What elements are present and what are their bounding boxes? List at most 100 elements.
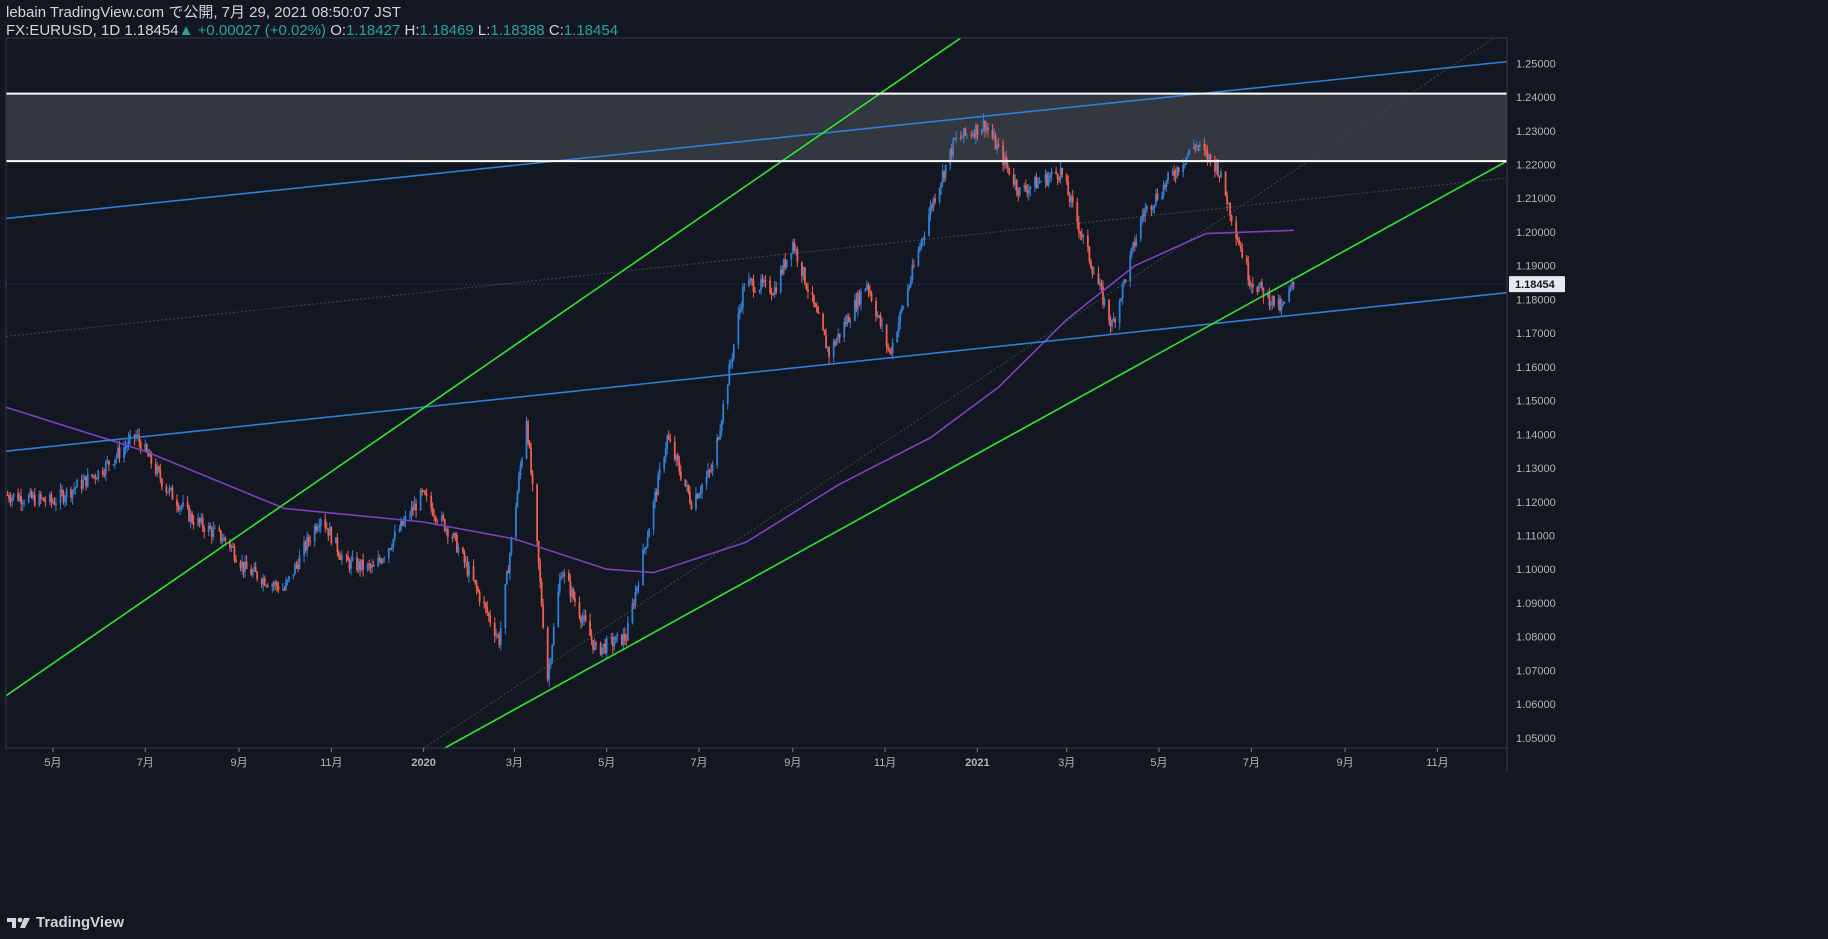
y-tick-label: 1.10000 — [1516, 564, 1556, 576]
candle-body — [657, 474, 660, 496]
candle-body — [487, 613, 490, 616]
y-tick-label: 1.06000 — [1516, 699, 1556, 711]
candle-body — [1226, 195, 1228, 205]
candle-body — [572, 588, 575, 599]
candle-body — [527, 421, 529, 444]
candle-body — [409, 515, 411, 517]
candle-body — [288, 576, 290, 580]
candle-body — [55, 503, 57, 505]
candle-body — [731, 357, 734, 363]
y-tick-label: 1.16000 — [1516, 362, 1556, 374]
candle-body — [548, 664, 551, 680]
x-tick-label: 3月 — [1058, 757, 1075, 769]
x-tick-label: 11月 — [874, 757, 896, 769]
candle-body — [341, 555, 343, 560]
y-tick-label: 1.24000 — [1516, 92, 1556, 104]
price-chart[interactable]: 1.25000 1.24000 1.23000 1.22000 1.21000 1.200… — [0, 0, 1828, 939]
candle-body — [457, 547, 460, 553]
candle-body — [1135, 239, 1138, 247]
candle-body — [616, 634, 619, 637]
candle-body — [912, 265, 915, 267]
candle-body — [584, 615, 587, 621]
y-tick-label: 1.20000 — [1516, 227, 1556, 239]
candle-body — [589, 620, 591, 636]
candle-body — [664, 448, 667, 458]
candle-body — [981, 129, 983, 135]
candle-body — [1236, 238, 1239, 240]
candle-body — [101, 470, 104, 475]
candle-body — [138, 434, 141, 443]
candle-body — [454, 533, 457, 536]
candle-body — [86, 474, 89, 487]
candle-body — [687, 484, 690, 493]
candle-body — [737, 313, 740, 345]
candle-body — [145, 444, 148, 452]
candle-body — [887, 345, 890, 349]
candle-body — [720, 420, 723, 431]
candle-body — [823, 329, 826, 336]
candle-body — [516, 491, 519, 508]
candle-body — [623, 633, 626, 640]
candle-body — [551, 644, 554, 661]
candle-body — [961, 137, 964, 139]
candle-body — [540, 581, 543, 606]
candle-body — [902, 306, 905, 309]
candle-body — [446, 528, 449, 537]
candle-body — [595, 642, 598, 644]
candle-body — [219, 530, 222, 542]
candle-body — [307, 536, 310, 542]
candle-body — [1027, 189, 1030, 194]
candle-body — [337, 551, 340, 557]
candle-body — [719, 430, 722, 440]
candle-body — [1049, 175, 1051, 178]
candle-body — [390, 547, 393, 549]
candle-body — [1289, 287, 1292, 290]
candle-body — [805, 283, 808, 290]
x-tick-label: 5月 — [598, 757, 615, 769]
candle-body — [468, 566, 470, 576]
candle-body — [920, 240, 923, 247]
candle-body — [1165, 180, 1168, 188]
candle-body — [44, 501, 47, 503]
candle-body — [1120, 298, 1123, 301]
candle-body — [272, 584, 275, 586]
candle-body — [381, 559, 384, 563]
candle-body — [741, 286, 744, 308]
tradingview-logo-icon — [7, 917, 30, 928]
candle-body — [171, 487, 174, 500]
x-tick-label: 5月 — [1150, 757, 1167, 769]
candle-body — [816, 306, 818, 313]
y-tick-label: 1.18000 — [1516, 294, 1556, 306]
candle-body — [1288, 289, 1291, 302]
candle-body — [561, 576, 564, 578]
candle-body — [643, 548, 646, 550]
candle-body — [213, 527, 216, 529]
candle-body — [563, 572, 566, 577]
candle-body — [698, 494, 700, 499]
candle-body — [319, 519, 322, 526]
candle-body — [906, 288, 909, 307]
candle-body — [1082, 235, 1085, 238]
candle-body — [1238, 239, 1241, 246]
y-tick-label: 1.23000 — [1516, 126, 1556, 138]
candle-body — [403, 520, 405, 526]
y-tick-label: 1.13000 — [1516, 463, 1556, 475]
candle-body — [758, 290, 761, 292]
candle-body — [740, 307, 743, 310]
candle-body — [1247, 262, 1250, 281]
candle-body — [350, 559, 352, 570]
candle-body — [351, 557, 354, 560]
candle-body — [486, 606, 489, 614]
candle-body — [442, 515, 445, 520]
candle-body — [157, 466, 160, 471]
candle-body — [180, 506, 183, 508]
candle-body — [976, 124, 979, 135]
candle-body — [557, 591, 560, 627]
candle-body — [689, 492, 691, 503]
candle-body — [160, 479, 163, 487]
candle-body — [118, 447, 121, 459]
candle-body — [318, 525, 321, 528]
candle-body — [938, 188, 941, 202]
candle-body — [539, 563, 542, 582]
candle-body — [1091, 267, 1094, 274]
